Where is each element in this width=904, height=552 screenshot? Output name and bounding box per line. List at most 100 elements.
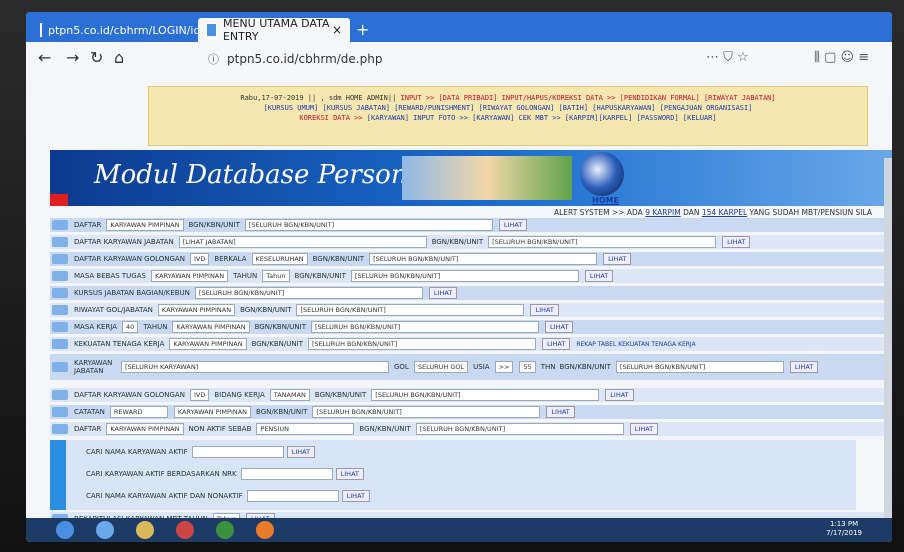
row-nonaktif: DAFTAR KARYAWAN PIMPINAN NON AKTIF SEBAB PE… xyxy=(50,422,892,436)
lihat-button[interactable]: LIHAT xyxy=(341,490,370,502)
clock-date: 7/17/2019 xyxy=(826,529,862,537)
lihat-button[interactable]: LIHAT xyxy=(629,423,659,435)
lihat-button[interactable]: LIHAT xyxy=(584,270,614,282)
select[interactable]: KARYAWAN PIMPINAN xyxy=(169,338,247,350)
row-label: BGN/KBN/UNIT xyxy=(359,425,411,433)
select[interactable]: [SELURUH BGN/KBN/UNIT] xyxy=(371,389,600,401)
forward-icon[interactable]: → xyxy=(66,48,79,67)
nrk-input[interactable] xyxy=(240,468,333,480)
lihat-button[interactable]: LIHAT xyxy=(498,219,528,231)
select[interactable]: [SELURUH BGN/KBN/UNIT] xyxy=(312,406,541,418)
search-input[interactable] xyxy=(191,446,284,458)
firefox-icon[interactable] xyxy=(256,521,274,539)
menu-line1[interactable]: INPUT >> [DATA PRIBADI] INPUT/HAPUS/KORE… xyxy=(401,94,776,102)
select[interactable]: KARYAWAN PIMPINAN xyxy=(150,270,229,282)
folder-icon xyxy=(52,271,68,281)
row-label: BGN/KBN/UNIT xyxy=(251,340,303,348)
lihat-button[interactable]: LIHAT xyxy=(603,253,632,265)
select[interactable]: [SELURUH BGN/KBN/UNIT] xyxy=(415,423,624,435)
search-row-nrk: CARI KARYAWAN AKTIF BERDASARKAN NRK LIHAT xyxy=(86,468,367,480)
folder-icon xyxy=(52,220,68,230)
chrome-icon[interactable] xyxy=(216,521,234,539)
select[interactable]: [SELURUH BGN/KBN/UNIT] xyxy=(296,304,525,316)
tab-login[interactable]: ptpn5.co.id/cbhrm/LOGIN/ic× xyxy=(32,18,210,42)
clock-time: 1:13 PM xyxy=(829,520,859,528)
select[interactable]: [SELURUH BGN/KBN/UNIT] xyxy=(369,253,598,265)
lihat-button[interactable]: LIHAT xyxy=(605,389,634,401)
select[interactable]: [SELURUH BGN/KBN/UNIT] xyxy=(615,361,784,373)
tab-bar: ptpn5.co.id/cbhrm/LOGIN/ic× MENU UTAMA D… xyxy=(26,12,892,43)
select[interactable]: [SELURUH BGN/KBN/UNIT] xyxy=(488,236,717,248)
lihat-button[interactable]: LIHAT xyxy=(335,468,364,480)
select[interactable]: SELURUH GOL xyxy=(413,361,469,373)
lihat-button[interactable]: LIHAT xyxy=(545,321,574,333)
row-label: BGN/KBN/UNIT xyxy=(312,255,365,263)
select[interactable]: IVD xyxy=(189,253,210,265)
row-label: THN xyxy=(540,363,556,371)
tab-menu-utama[interactable]: MENU UTAMA DATA ENTRY × xyxy=(198,17,350,43)
select[interactable]: [SELURUH BGN/KBN/UNIT] xyxy=(350,270,579,282)
row-daftar: DAFTAR KARYAWAN PIMPINAN BGN/KBN/UNIT [SELU… xyxy=(50,218,892,232)
home-icon[interactable]: ⌂ xyxy=(114,48,124,67)
lihat-button[interactable]: LIHAT xyxy=(789,361,819,373)
url-text: ptpn5.co.id/cbhrm/de.php xyxy=(227,52,383,66)
search-label: CARI NAMA KARYAWAN AKTIF xyxy=(86,448,188,456)
select[interactable]: KARYAWAN PIMPINAN xyxy=(106,219,184,231)
select[interactable]: [SELURUH BGN/KBN/UNIT] xyxy=(311,321,540,333)
start-icon[interactable] xyxy=(56,521,74,539)
red-marker xyxy=(50,194,68,206)
select[interactable]: [SELURUH KARYAWAN] xyxy=(121,361,389,373)
karpim-link[interactable]: 9 KARPIM xyxy=(645,208,681,217)
select[interactable]: PENSIUN xyxy=(256,423,355,435)
lihat-button[interactable]: LIHAT xyxy=(546,406,575,418)
ie-icon[interactable] xyxy=(96,521,114,539)
select[interactable]: [LIHAT JABATAN] xyxy=(178,236,427,248)
side-strip xyxy=(50,440,66,510)
select[interactable]: 40 xyxy=(122,321,139,333)
select[interactable]: Tahun xyxy=(262,270,290,282)
select[interactable]: [SELURUH BGN/KBN/UNIT] xyxy=(244,219,493,231)
row-label: BGN/KBN/UNIT xyxy=(431,238,484,246)
tab-label: ptpn5.co.id/cbhrm/LOGIN/ic xyxy=(48,23,200,37)
karpel-link[interactable]: 154 KARPEL xyxy=(702,208,747,217)
select[interactable]: KARYAWAN PIMPINAN xyxy=(173,406,252,418)
select[interactable]: 55 xyxy=(519,361,536,373)
row-label: GOL xyxy=(394,363,409,371)
folder-icon xyxy=(52,339,68,349)
banner: Modul Database Personalia xyxy=(50,150,892,206)
rekap-link[interactable]: REKAP TABEL KEKUATAN TENAGA KERJA xyxy=(576,341,695,348)
lihat-button[interactable]: LIHAT xyxy=(286,446,316,458)
menu-line2[interactable]: [KURSUS UMUM] [KURSUS JABATAN] [REWARD/P… xyxy=(149,103,867,113)
media-icon[interactable] xyxy=(176,521,194,539)
select[interactable]: KESELURUHAN xyxy=(251,253,308,265)
select[interactable]: TANAMAN xyxy=(269,389,310,401)
select[interactable]: IVD xyxy=(189,389,210,401)
folder-icon xyxy=(52,288,68,298)
select[interactable]: REWARD xyxy=(109,406,168,418)
lihat-button[interactable]: LIHAT xyxy=(541,338,571,350)
close-icon[interactable]: × xyxy=(332,23,342,37)
library-icon[interactable]: ⫼ ▢ ☺ ≡ xyxy=(814,50,869,65)
row-label: KEKUATAN TENAGA KERJA xyxy=(74,340,165,348)
folder-icon xyxy=(52,407,68,417)
search-input[interactable] xyxy=(246,490,339,502)
select[interactable]: KARYAWAN PIMPINAN xyxy=(106,423,184,435)
explorer-icon[interactable] xyxy=(136,521,154,539)
menu-line3b[interactable]: [KARYAWAN] INPUT FOTO >> [KARYAWAN] CEK … xyxy=(367,114,717,122)
select[interactable]: KARYAWAN PIMPINAN xyxy=(157,304,236,316)
select[interactable]: [SELURUH BGN/KBN/UNIT] xyxy=(194,287,423,299)
scrollbar[interactable] xyxy=(884,158,892,518)
date-text: Rabu,17-07-2019 || , sdm HOME ADMIN|| xyxy=(240,94,401,102)
select[interactable]: >> xyxy=(494,361,514,373)
select[interactable]: KARYAWAN PIMPINAN xyxy=(172,321,250,333)
reload-icon[interactable]: ↻ xyxy=(90,48,103,67)
lihat-button[interactable]: LIHAT xyxy=(530,304,559,316)
address-bar[interactable]: ⓘ ptpn5.co.id/cbhrm/de.php xyxy=(208,48,788,70)
lihat-button[interactable]: LIHAT xyxy=(722,236,751,248)
home-link[interactable]: HOME xyxy=(592,196,619,205)
lihat-button[interactable]: LIHAT xyxy=(428,287,458,299)
page-actions-icon[interactable]: ⋯ ⛉ ☆ xyxy=(706,50,749,65)
new-tab-icon[interactable]: + xyxy=(356,20,369,39)
back-icon[interactable]: ← xyxy=(38,48,51,67)
select[interactable]: [SELURUH BGN/KBN/UNIT] xyxy=(307,338,536,350)
